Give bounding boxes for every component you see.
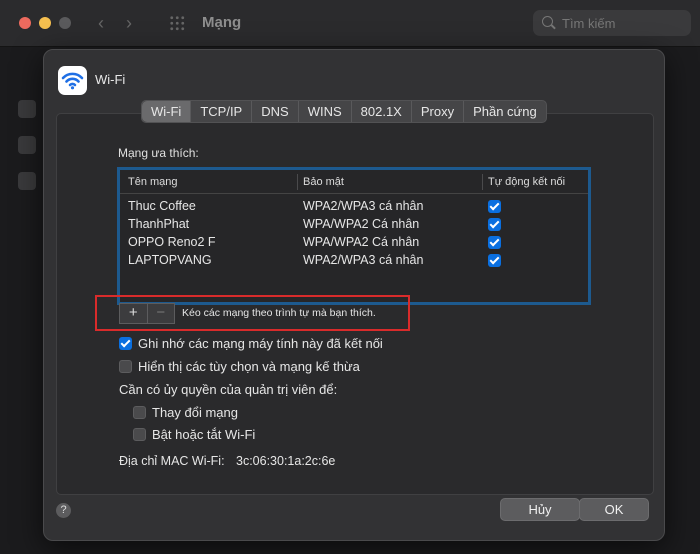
show-all-grid-icon[interactable] (169, 15, 185, 31)
column-header-auto-join[interactable]: Tự động kết nối (488, 176, 565, 188)
drag-order-hint: Kéo các mạng theo trình tự mà bạn thích. (182, 307, 376, 319)
add-network-button[interactable]: + (120, 304, 147, 323)
help-button[interactable]: ? (56, 503, 71, 518)
network-security: WPA2/WPA3 cá nhân (303, 253, 424, 267)
network-name: OPPO Reno2 F (128, 235, 216, 249)
mac-address-label: Địa chỉ MAC Wi-Fi: (119, 454, 225, 468)
tab-8021x[interactable]: 802.1X (352, 101, 412, 122)
close-window-button[interactable] (19, 17, 31, 29)
column-header-security[interactable]: Bảo mật (303, 176, 344, 188)
mac-address-value: 3c:06:30:1a:2c:6e (236, 454, 336, 468)
tab-tcpip[interactable]: TCP/IP (191, 101, 253, 122)
remove-network-button[interactable]: − (146, 304, 175, 323)
background-sidebar (18, 100, 38, 230)
background-add-icon (20, 474, 34, 490)
search-icon (542, 16, 553, 27)
network-name: LAPTOPVANG (128, 253, 212, 267)
auto-join-checkbox[interactable] (488, 218, 501, 231)
search-placeholder: Tìm kiếm (562, 16, 616, 31)
tab-dns[interactable]: DNS (252, 101, 299, 122)
window-title: Mạng (202, 14, 242, 31)
wifi-settings-sheet: Wi-Fi Wi-Fi TCP/IP DNS WINS 802.1X Proxy… (43, 49, 665, 541)
background-item-icon (18, 172, 36, 190)
show-legacy-checkbox[interactable] (119, 360, 132, 373)
network-name: Thuc Coffee (128, 199, 196, 213)
table-row[interactable]: ThanhPhat WPA/WPA2 Cá nhân (120, 215, 588, 233)
column-header-name[interactable]: Tên mạng (128, 176, 178, 188)
add-remove-control: + − (119, 303, 175, 324)
zoom-window-button[interactable] (59, 17, 71, 29)
sheet-title: Wi-Fi (95, 72, 126, 87)
toggle-wifi-checkbox[interactable] (133, 428, 146, 441)
toggle-wifi-label[interactable]: Bật hoặc tắt Wi-Fi (152, 427, 255, 442)
minimize-window-button[interactable] (39, 17, 51, 29)
cancel-button[interactable]: Hủy (500, 498, 580, 521)
auto-join-checkbox[interactable] (488, 236, 501, 249)
tab-wins[interactable]: WINS (299, 101, 352, 122)
preferred-networks-table[interactable]: Tên mạng Bảo mật Tự động kết nối Thuc Co… (117, 167, 591, 305)
auto-join-checkbox[interactable] (488, 200, 501, 213)
admin-authorization-label: Cần có ủy quyền của quản trị viên để: (119, 382, 338, 397)
tab-wifi[interactable]: Wi-Fi (142, 101, 192, 122)
background-item-icon (18, 136, 36, 154)
tab-hardware[interactable]: Phần cứng (464, 101, 546, 122)
window-titlebar: ‹ › Mạng Tìm kiếm (0, 0, 700, 47)
wifi-app-icon (58, 66, 87, 95)
preferred-networks-label: Mạng ưa thích: (118, 146, 199, 160)
network-security: WPA/WPA2 Cá nhân (303, 235, 420, 249)
network-name: ThanhPhat (128, 217, 190, 231)
network-security: WPA2/WPA3 cá nhân (303, 199, 424, 213)
table-row[interactable]: Thuc Coffee WPA2/WPA3 cá nhân (120, 197, 588, 215)
back-arrow-icon[interactable]: ‹ (98, 13, 104, 34)
network-security: WPA/WPA2 Cá nhân (303, 217, 420, 231)
table-header: Tên mạng Bảo mật Tự động kết nối (120, 170, 588, 194)
search-field[interactable]: Tìm kiếm (533, 10, 691, 36)
auto-join-checkbox[interactable] (488, 254, 501, 267)
show-legacy-label[interactable]: Hiển thị các tùy chọn và mạng kế thừa (138, 359, 360, 374)
remember-networks-label[interactable]: Ghi nhớ các mạng máy tính này đã kết nối (138, 336, 383, 351)
change-network-checkbox[interactable] (133, 406, 146, 419)
table-row[interactable]: LAPTOPVANG WPA2/WPA3 cá nhân (120, 251, 588, 269)
background-item-icon (18, 100, 36, 118)
tab-proxy[interactable]: Proxy (412, 101, 465, 122)
table-row[interactable]: OPPO Reno2 F WPA/WPA2 Cá nhân (120, 233, 588, 251)
forward-arrow-icon[interactable]: › (126, 13, 132, 34)
change-network-label[interactable]: Thay đổi mạng (152, 405, 238, 420)
remember-networks-checkbox[interactable] (119, 337, 132, 350)
ok-button[interactable]: OK (579, 498, 649, 521)
tab-bar: Wi-Fi TCP/IP DNS WINS 802.1X Proxy Phần … (141, 100, 547, 123)
